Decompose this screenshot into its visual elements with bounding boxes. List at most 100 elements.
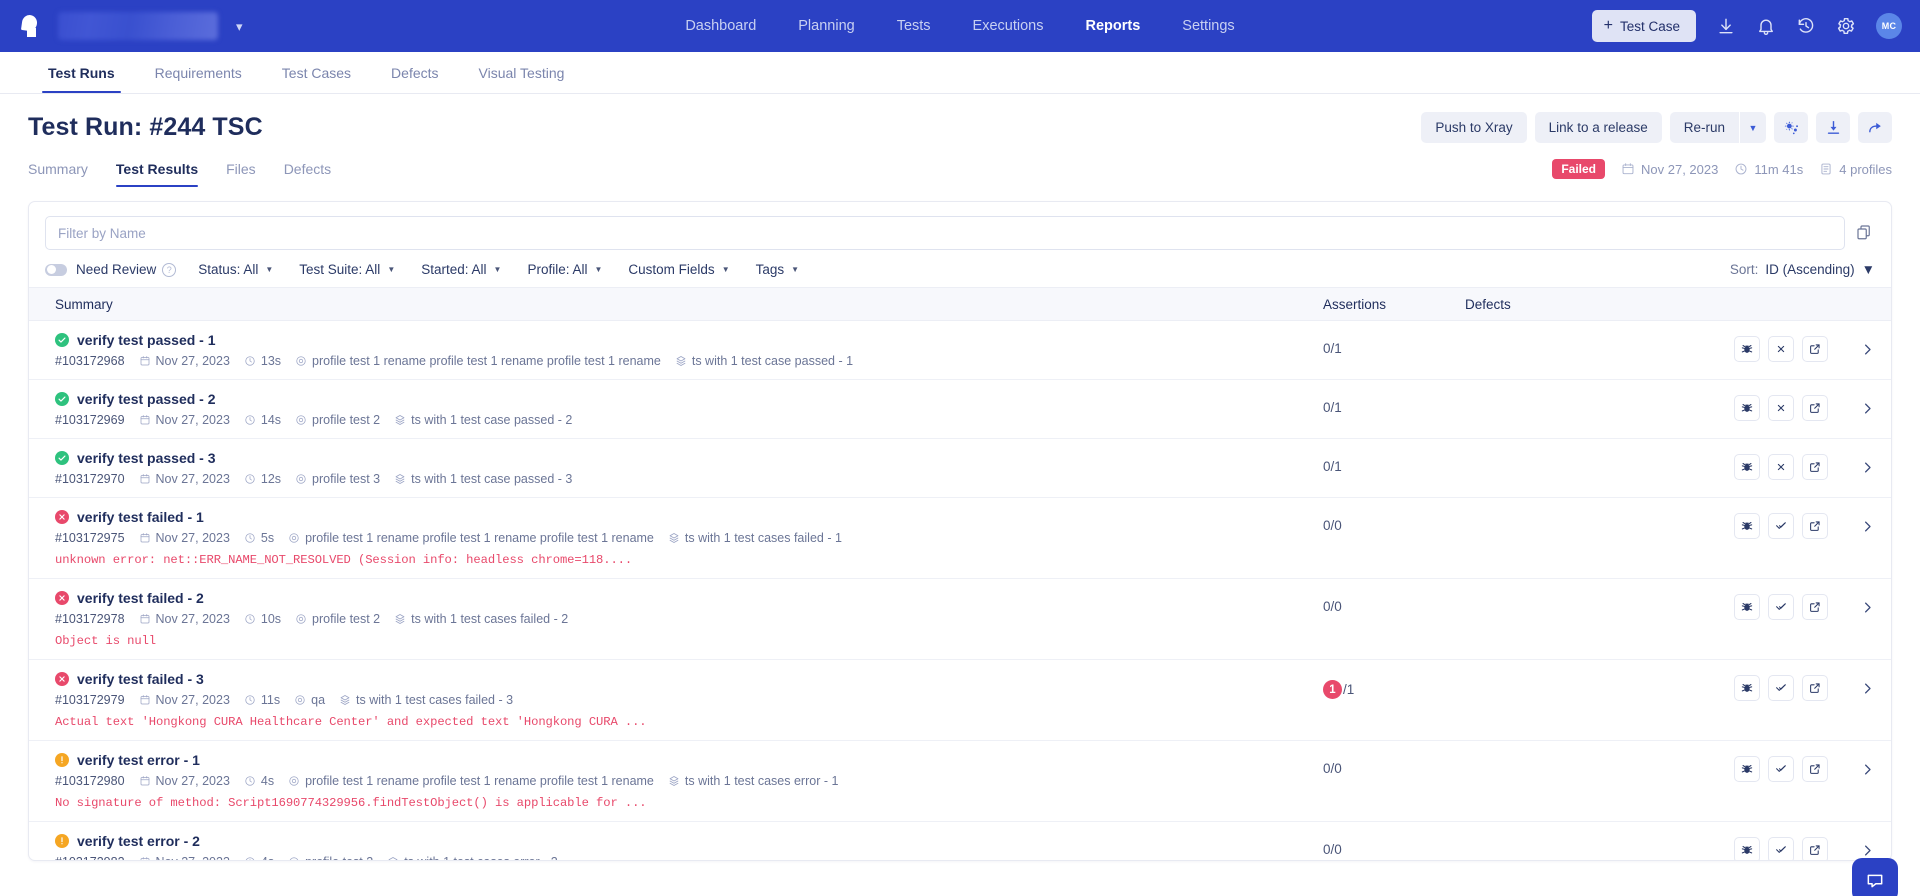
table-row[interactable]: verify test passed - 3#103172970Nov 27, … [29, 439, 1891, 498]
row-name: verify test error - 2 [77, 833, 200, 849]
tab-visual-testing[interactable]: Visual Testing [459, 52, 585, 93]
push-to-xray-button[interactable]: Push to Xray [1421, 112, 1526, 143]
status-passed-icon [55, 333, 69, 347]
need-review-control[interactable]: Need Review ? [76, 262, 176, 277]
expand-row-chevron-icon[interactable] [1860, 342, 1875, 357]
mark-passed-button[interactable] [1768, 594, 1794, 620]
filter-custom-fields[interactable]: Custom Fields ▼ [628, 262, 729, 277]
nav-link-planning[interactable]: Planning [798, 18, 854, 34]
filter-profile[interactable]: Profile: All ▼ [527, 262, 602, 277]
help-chat-button[interactable] [1852, 858, 1898, 896]
rerun-button[interactable]: Re-run [1670, 112, 1739, 143]
row-title[interactable]: verify test error - 2 [55, 833, 1323, 849]
mark-failed-button[interactable] [1768, 336, 1794, 362]
expand-row-chevron-icon[interactable] [1860, 681, 1875, 696]
row-profile: profile test 3 [295, 472, 380, 486]
row-title[interactable]: verify test failed - 3 [55, 671, 1323, 687]
report-defect-button[interactable] [1734, 837, 1760, 861]
run-tab-defects[interactable]: Defects [284, 155, 347, 187]
mark-failed-button[interactable] [1768, 454, 1794, 480]
report-defect-button[interactable] [1734, 756, 1760, 782]
row-title[interactable]: verify test passed - 1 [55, 332, 1323, 348]
rerun-chevron-down-icon[interactable]: ▼ [1740, 112, 1766, 143]
open-external-button[interactable] [1802, 513, 1828, 539]
download-icon[interactable] [1716, 16, 1736, 36]
expand-row-chevron-icon[interactable] [1860, 762, 1875, 777]
sort-control[interactable]: Sort: ID (Ascending) ▼ [1730, 262, 1875, 277]
expand-row-chevron-icon[interactable] [1860, 460, 1875, 475]
report-defect-button[interactable] [1734, 395, 1760, 421]
copy-icon[interactable] [1855, 223, 1875, 243]
row-duration: 11s [244, 693, 280, 707]
mark-passed-button[interactable] [1768, 513, 1794, 539]
row-date: Nov 27, 2023 [139, 612, 230, 626]
open-external-button[interactable] [1802, 336, 1828, 362]
open-external-button[interactable] [1802, 756, 1828, 782]
settings-gear-icon[interactable] [1836, 16, 1856, 36]
link-to-release-button[interactable]: Link to a release [1535, 112, 1662, 143]
project-chevron-down-icon[interactable]: ▾ [236, 20, 243, 33]
table-row[interactable]: verify test failed - 3#103172979Nov 27, … [29, 660, 1891, 741]
mark-passed-button[interactable] [1768, 756, 1794, 782]
configure-gears-button[interactable] [1774, 112, 1808, 143]
run-tab-test-results[interactable]: Test Results [116, 155, 214, 187]
run-tab-summary[interactable]: Summary [28, 155, 104, 187]
report-defect-button[interactable] [1734, 594, 1760, 620]
nav-link-tests[interactable]: Tests [897, 18, 931, 34]
download-report-button[interactable] [1816, 112, 1850, 143]
need-review-toggle[interactable] [45, 264, 67, 276]
row-title[interactable]: verify test passed - 3 [55, 450, 1323, 466]
expand-row-chevron-icon[interactable] [1860, 843, 1875, 858]
open-external-button[interactable] [1802, 837, 1828, 861]
filter-started[interactable]: Started: All ▼ [421, 262, 501, 277]
open-external-button[interactable] [1802, 675, 1828, 701]
expand-row-chevron-icon[interactable] [1860, 519, 1875, 534]
mark-passed-button[interactable] [1768, 837, 1794, 861]
open-external-button[interactable] [1802, 454, 1828, 480]
assertion-count: 0/1 [1323, 400, 1342, 415]
row-title[interactable]: verify test error - 1 [55, 752, 1323, 768]
katalon-logo-icon[interactable] [18, 12, 44, 40]
nav-link-dashboard[interactable]: Dashboard [685, 18, 756, 34]
filter-tags[interactable]: Tags ▼ [756, 262, 799, 277]
notification-bell-icon[interactable] [1756, 16, 1776, 36]
nav-link-reports[interactable]: Reports [1085, 18, 1140, 34]
table-row[interactable]: verify test failed - 2#103172978Nov 27, … [29, 579, 1891, 660]
table-row[interactable]: verify test passed - 1#103172968Nov 27, … [29, 321, 1891, 380]
main-nav-links: Dashboard Planning Tests Executions Repo… [685, 0, 1234, 52]
nav-link-settings[interactable]: Settings [1182, 18, 1234, 34]
row-title[interactable]: verify test passed - 2 [55, 391, 1323, 407]
nav-link-executions[interactable]: Executions [973, 18, 1044, 34]
expand-row-chevron-icon[interactable] [1860, 401, 1875, 416]
filter-test-suite[interactable]: Test Suite: All ▼ [299, 262, 395, 277]
mark-failed-button[interactable] [1768, 395, 1794, 421]
tab-defects[interactable]: Defects [371, 52, 458, 93]
table-row[interactable]: verify test failed - 1#103172975Nov 27, … [29, 498, 1891, 579]
expand-row-chevron-icon[interactable] [1860, 600, 1875, 615]
report-defect-button[interactable] [1734, 454, 1760, 480]
open-external-button[interactable] [1802, 594, 1828, 620]
share-button[interactable] [1858, 112, 1892, 143]
open-external-button[interactable] [1802, 395, 1828, 421]
mark-passed-button[interactable] [1768, 675, 1794, 701]
chevron-down-icon: ▼ [387, 265, 395, 274]
tab-requirements[interactable]: Requirements [135, 52, 262, 93]
table-row[interactable]: verify test error - 2#103172982Nov 27, 2… [29, 822, 1891, 861]
history-icon[interactable] [1796, 16, 1816, 36]
user-avatar[interactable]: MC [1876, 13, 1902, 39]
report-defect-button[interactable] [1734, 675, 1760, 701]
help-question-icon[interactable]: ? [162, 263, 176, 277]
tab-test-runs[interactable]: Test Runs [28, 52, 135, 93]
table-row[interactable]: verify test passed - 2#103172969Nov 27, … [29, 380, 1891, 439]
search-input[interactable] [45, 216, 1845, 250]
report-defect-button[interactable] [1734, 513, 1760, 539]
filter-status[interactable]: Status: All ▼ [198, 262, 273, 277]
add-test-case-button[interactable]: + Test Case [1592, 10, 1696, 42]
run-tab-files[interactable]: Files [226, 155, 272, 187]
tab-test-cases[interactable]: Test Cases [262, 52, 371, 93]
table-row[interactable]: verify test error - 1#103172980Nov 27, 2… [29, 741, 1891, 822]
report-defect-button[interactable] [1734, 336, 1760, 362]
project-selector-redacted[interactable] [58, 12, 218, 40]
row-title[interactable]: verify test failed - 1 [55, 509, 1323, 525]
row-title[interactable]: verify test failed - 2 [55, 590, 1323, 606]
